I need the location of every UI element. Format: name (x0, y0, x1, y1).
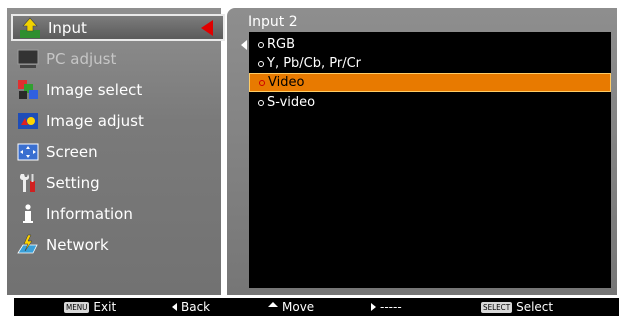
information-icon (17, 203, 39, 225)
selected-arrow-icon (201, 20, 213, 36)
radio-icon (258, 60, 264, 67)
input-icon (19, 17, 41, 39)
pc-adjust-icon (17, 48, 39, 70)
menu-item-setting[interactable]: Setting (11, 170, 217, 196)
screen-icon (17, 141, 39, 163)
option-component[interactable]: Y, Pb/Cb, Pr/Cr (249, 54, 611, 73)
image-select-icon (17, 79, 39, 101)
menu-item-input[interactable]: Input (11, 14, 225, 41)
option-label: RGB (267, 37, 296, 52)
hint-move-label: Move (282, 300, 315, 314)
setting-icon (17, 172, 39, 194)
hint-select: SELECT Select (481, 300, 553, 314)
menu-item-label: PC adjust (46, 50, 117, 68)
right-arrow-icon (371, 303, 376, 311)
menu-item-label: Image adjust (46, 112, 144, 130)
menu-item-information[interactable]: Information (11, 201, 217, 227)
hint-next-label: ----- (380, 300, 402, 314)
menu-item-network[interactable]: Network (11, 232, 217, 258)
menu-key-icon: MENU (64, 301, 90, 313)
hint-exit: MENU Exit (64, 300, 116, 314)
menu-item-image-adjust[interactable]: Image adjust (11, 108, 217, 134)
menu-item-label: Image select (46, 81, 143, 99)
submenu-title: Input 2 (248, 14, 298, 30)
hint-back-label: Back (181, 300, 211, 314)
hint-next: ----- (371, 300, 402, 314)
left-arrow-icon (172, 303, 177, 311)
help-bar: MENU Exit Back Move ----- SELECT Select (14, 298, 619, 316)
radio-icon (258, 41, 264, 48)
option-label: Y, Pb/Cb, Pr/Cr (267, 56, 362, 71)
menu-item-label: Setting (46, 174, 100, 192)
hint-move: Move (268, 300, 314, 314)
menu-item-label: Input (48, 18, 87, 37)
hint-select-label: Select (516, 300, 554, 314)
select-key-icon: SELECT (481, 301, 513, 313)
option-label: Video (268, 75, 305, 90)
menu-item-label: Information (46, 205, 133, 223)
radio-selected-icon (259, 79, 265, 86)
option-video[interactable]: Video (249, 73, 611, 92)
option-rgb[interactable]: RGB (249, 35, 611, 54)
option-s-video[interactable]: S-video (249, 93, 611, 112)
option-label: S-video (267, 95, 316, 110)
radio-icon (258, 99, 264, 106)
up-down-arrow-icon (268, 301, 278, 307)
hint-exit-label: Exit (93, 300, 117, 314)
main-menu: Input PC adjust Image select Image adjus… (7, 8, 225, 295)
projector-menu-screen: Input PC adjust Image select Image adjus… (0, 0, 619, 316)
hint-back: Back (172, 300, 210, 314)
menu-item-label: Screen (46, 143, 98, 161)
network-icon (17, 234, 39, 256)
input-submenu-panel: Input 2 RGB Y, Pb/Cb, Pr/Cr Video S-vide… (227, 8, 617, 295)
back-arrow-icon[interactable] (241, 40, 247, 50)
menu-item-image-select[interactable]: Image select (11, 77, 217, 103)
menu-item-screen[interactable]: Screen (11, 139, 217, 165)
menu-item-label: Network (46, 236, 109, 254)
menu-item-pc-adjust[interactable]: PC adjust (11, 46, 217, 72)
image-adjust-icon (17, 110, 39, 132)
input-options-list: RGB Y, Pb/Cb, Pr/Cr Video S-video (249, 32, 611, 288)
